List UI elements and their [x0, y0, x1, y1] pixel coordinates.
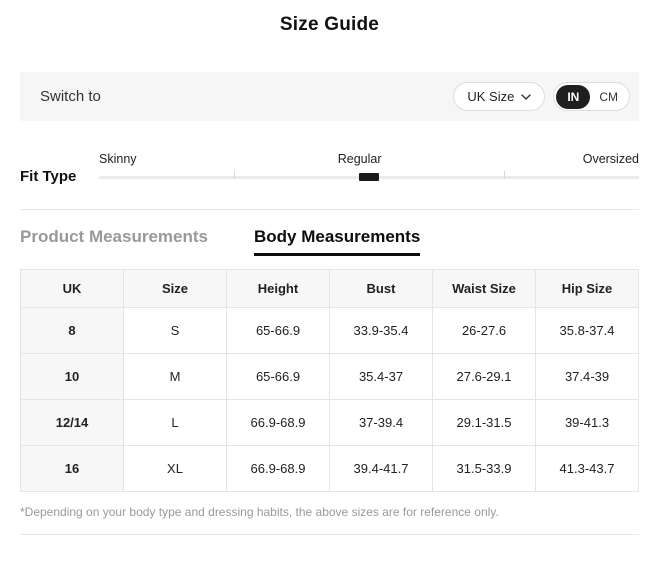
table-row: 16 XL 66.9-68.9 39.4-41.7 31.5-33.9 41.3… [20, 445, 639, 492]
table-cell: 27.6-29.1 [432, 353, 536, 400]
table-cell: 66.9-68.9 [226, 399, 330, 446]
unit-toggle: IN CM [553, 82, 630, 111]
fit-type-label: Fit Type [20, 168, 77, 185]
table-cell: 41.3-43.7 [535, 445, 639, 492]
table-cell: 37.4-39 [535, 353, 639, 400]
size-table: UK Size Height Bust Waist Size Hip Size … [20, 269, 639, 492]
table-row: 12/14 L 66.9-68.9 37-39.4 29.1-31.5 39-4… [20, 399, 639, 446]
table-header-cell: Waist Size [432, 269, 536, 308]
table-header-row: UK Size Height Bust Waist Size Hip Size [20, 269, 639, 308]
table-header-cell: UK [20, 269, 124, 308]
table-cell: 37-39.4 [329, 399, 433, 446]
fit-slider-track[interactable] [99, 171, 639, 181]
table-cell: 31.5-33.9 [432, 445, 536, 492]
table-cell: 29.1-31.5 [432, 399, 536, 446]
switch-to-bar: Switch to UK Size IN CM [20, 72, 639, 121]
table-cell: 66.9-68.9 [226, 445, 330, 492]
table-cell: 33.9-35.4 [329, 307, 433, 354]
table-cell: XL [123, 445, 227, 492]
table-cell: 8 [20, 307, 124, 354]
fit-type-section: Fit Type Skinny Regular Oversized [20, 152, 639, 185]
chevron-down-icon [521, 93, 532, 100]
table-header-cell: Height [226, 269, 330, 308]
table-cell: S [123, 307, 227, 354]
table-cell: 39-41.3 [535, 399, 639, 446]
fit-option-oversized[interactable]: Oversized [583, 152, 639, 166]
table-cell: 35.4-37 [329, 353, 433, 400]
tab-body-measurements[interactable]: Body Measurements [254, 227, 421, 256]
table-cell: 65-66.9 [226, 353, 330, 400]
tab-product-measurements[interactable]: Product Measurements [20, 227, 208, 256]
switch-controls: UK Size IN CM [453, 82, 630, 111]
bottom-divider [20, 534, 639, 535]
size-system-dropdown[interactable]: UK Size [453, 82, 546, 111]
page-title: Size Guide [279, 14, 380, 35]
size-guide-panel: Size Guide Switch to UK Size IN CM Fit T… [0, 14, 659, 535]
fit-type-options: Skinny Regular Oversized [99, 152, 639, 166]
table-cell: M [123, 353, 227, 400]
section-divider [20, 209, 639, 210]
unit-option-in[interactable]: IN [556, 84, 591, 109]
fit-option-regular[interactable]: Regular [338, 152, 382, 166]
measurement-tabs: Product Measurements Body Measurements [20, 227, 639, 256]
table-header-cell: Bust [329, 269, 433, 308]
fit-type-slider[interactable]: Skinny Regular Oversized [99, 152, 639, 181]
fit-slider-tick [234, 171, 235, 179]
table-cell: 39.4-41.7 [329, 445, 433, 492]
reference-footnote: *Depending on your body type and dressin… [20, 505, 499, 519]
table-cell: 35.8-37.4 [535, 307, 639, 354]
switch-to-label: Switch to [40, 88, 101, 105]
table-row: 10 M 65-66.9 35.4-37 27.6-29.1 37.4-39 [20, 353, 639, 400]
table-cell: 26-27.6 [432, 307, 536, 354]
unit-option-cm[interactable]: CM [590, 85, 627, 109]
fit-option-skinny[interactable]: Skinny [99, 152, 137, 166]
table-cell: 16 [20, 445, 124, 492]
table-cell: 12/14 [20, 399, 124, 446]
size-system-value: UK Size [467, 89, 515, 104]
table-row: 8 S 65-66.9 33.9-35.4 26-27.6 35.8-37.4 [20, 307, 639, 354]
table-header-cell: Size [123, 269, 227, 308]
table-header-cell: Hip Size [535, 269, 639, 308]
fit-slider-handle[interactable] [359, 173, 379, 181]
table-cell: 10 [20, 353, 124, 400]
table-cell: L [123, 399, 227, 446]
table-cell: 65-66.9 [226, 307, 330, 354]
fit-slider-tick [504, 171, 505, 179]
